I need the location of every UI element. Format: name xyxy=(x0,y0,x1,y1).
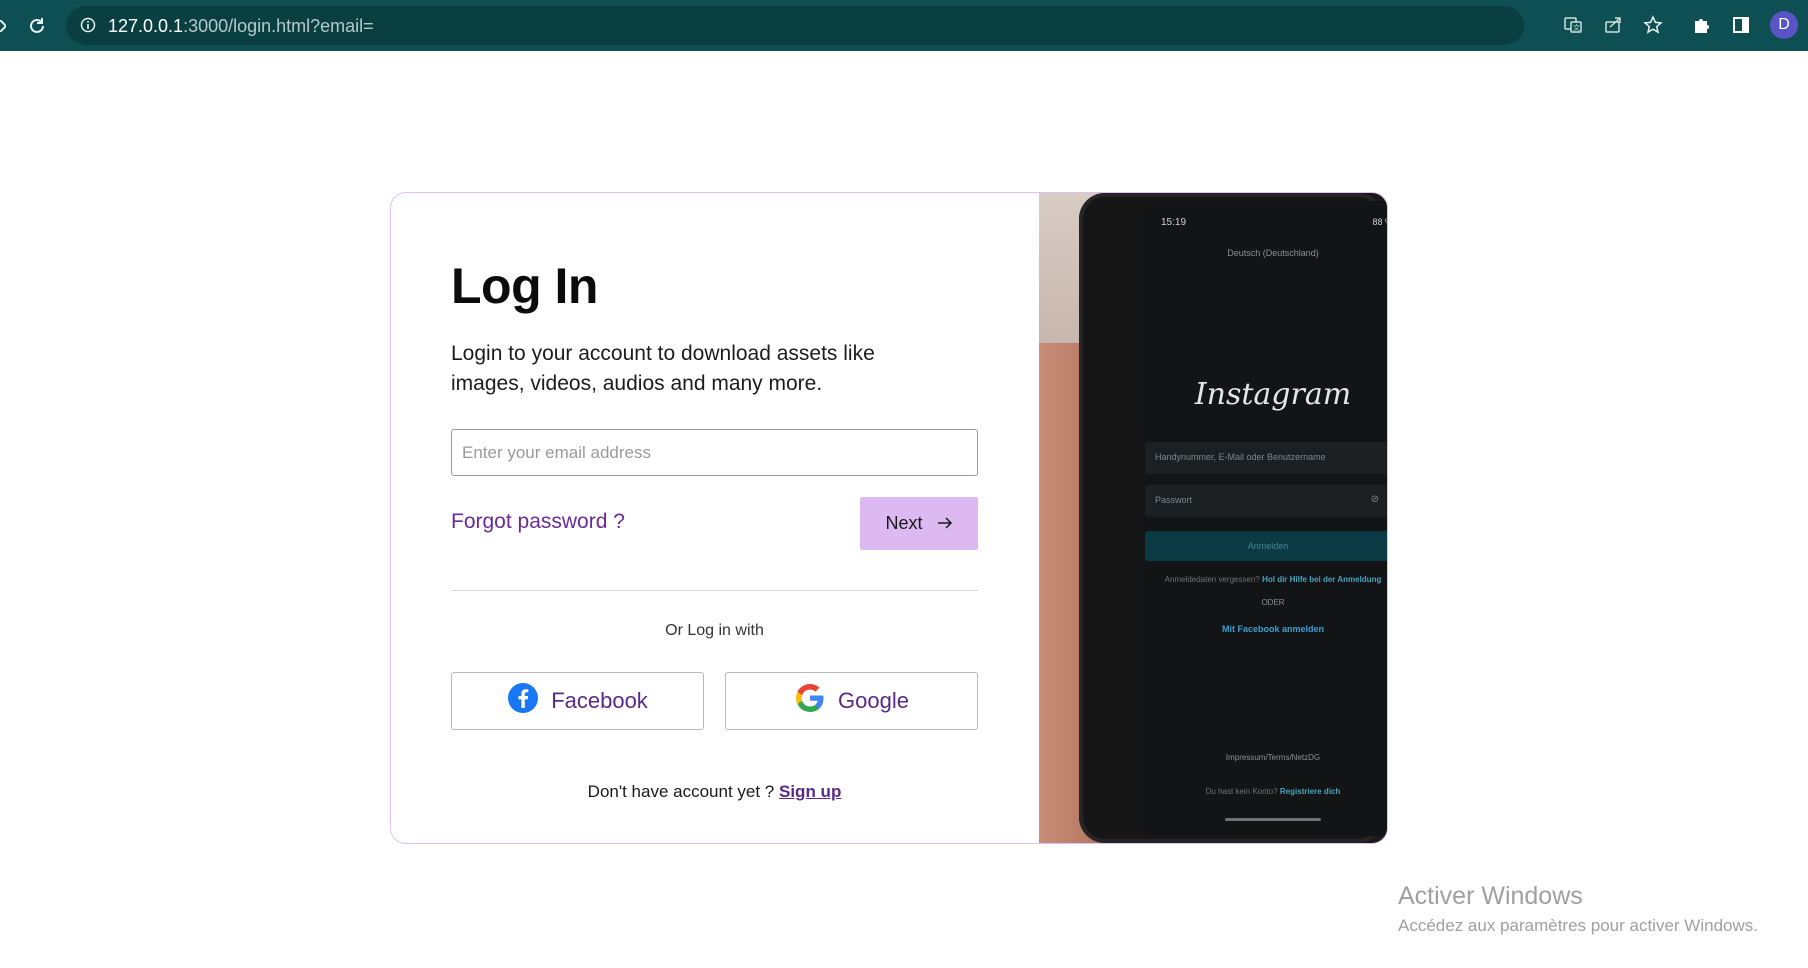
facebook-button-label: Facebook xyxy=(551,688,648,713)
google-logo-icon xyxy=(794,682,826,720)
url-text[interactable]: 127.0.0.1:3000/login.html?email= xyxy=(108,16,374,37)
login-subtitle: Login to your account to download assets… xyxy=(451,342,875,395)
extensions-puzzle-icon[interactable] xyxy=(1688,12,1714,38)
phone-register-link: Registriere dich xyxy=(1279,787,1341,796)
google-button-label: Google xyxy=(838,688,909,713)
phone-login-button: Anmelden xyxy=(1145,531,1387,561)
url-host: 127.0.0.1 xyxy=(108,16,184,36)
bookmark-star-icon[interactable] xyxy=(1640,12,1666,38)
hero-photo: 15:19 88 % Deutsch (Deutschland) Instagr… xyxy=(1039,193,1387,843)
no-account-text: Don't have account yet ? xyxy=(587,782,775,801)
facebook-logo-icon xyxy=(507,682,539,720)
side-panel-icon[interactable] xyxy=(1728,12,1754,38)
phone-help-link: Hol dir Hilfe bei der Anmeldung xyxy=(1262,575,1382,584)
windows-watermark-title: Activer Windows xyxy=(1398,882,1583,910)
next-button[interactable]: Next xyxy=(860,497,978,550)
address-bar[interactable]: 127.0.0.1:3000/login.html?email= xyxy=(66,6,1524,45)
share-icon[interactable] xyxy=(1600,12,1626,38)
or-login-with-label: Or Log in with xyxy=(665,622,764,639)
phone-register-prefix: Du hast kein Konto? xyxy=(1205,787,1278,796)
photo-phone: 15:19 88 % Deutsch (Deutschland) Instagr… xyxy=(1079,193,1387,843)
browser-toolbar: 127.0.0.1:3000/login.html?email= 文 D xyxy=(0,0,1808,51)
instagram-logo: Instagram xyxy=(1194,377,1352,412)
phone-screen: 15:19 88 % Deutsch (Deutschland) Instagr… xyxy=(1137,201,1387,836)
phone-battery: 88 % xyxy=(1372,217,1387,227)
facebook-login-button[interactable]: Facebook xyxy=(451,672,704,730)
windows-watermark-subtitle: Accédez aux paramètres pour activer Wind… xyxy=(1398,916,1758,935)
signup-link[interactable]: Sign up xyxy=(779,782,841,801)
divider xyxy=(451,590,978,591)
phone-facebook-login: Mit Facebook anmelden xyxy=(1221,624,1325,634)
phone-time: 15:19 xyxy=(1161,217,1187,228)
phone-home-indicator xyxy=(1225,818,1321,821)
reload-icon[interactable] xyxy=(24,13,50,39)
forgot-password-link[interactable]: Forgot password ? xyxy=(451,510,625,534)
phone-username-field: Handynummer, E-Mail oder Benutzername xyxy=(1145,442,1387,474)
translate-icon[interactable]: 文 xyxy=(1560,12,1586,38)
next-button-label: Next xyxy=(885,513,923,533)
profile-avatar[interactable]: D xyxy=(1770,11,1798,39)
google-login-button[interactable]: Google xyxy=(725,672,978,730)
email-field[interactable] xyxy=(451,429,978,476)
back-arrow-icon[interactable] xyxy=(0,19,8,33)
phone-language: Deutsch (Deutschland) xyxy=(1227,248,1319,258)
phone-help-text: Anmeldedaten vergessen? Hol dir Hilfe be… xyxy=(1137,575,1387,584)
login-card: Log In Login to your account to download… xyxy=(390,192,1388,844)
svg-text:文: 文 xyxy=(1573,23,1580,32)
phone-imprint: Impressum/Terms/NetzDG xyxy=(1225,753,1321,762)
url-path: :3000/login.html?email= xyxy=(183,16,374,36)
phone-or-text: ODER xyxy=(1261,598,1285,607)
login-form-panel: Log In Login to your account to download… xyxy=(391,193,1039,843)
phone-password-field: Passwort ⊘ xyxy=(1145,485,1387,517)
signup-prompt: Don't have account yet ? Sign up xyxy=(451,782,978,802)
arrow-right-icon xyxy=(937,513,953,534)
phone-password-label: Passwort xyxy=(1155,495,1193,505)
phone-register: Du hast kein Konto? Registriere dich xyxy=(1137,787,1387,796)
page-title: Log In xyxy=(451,258,598,314)
phone-help-prefix: Anmeldedaten vergessen? xyxy=(1164,575,1260,584)
eye-off-icon: ⊘ xyxy=(1370,494,1379,505)
site-info-icon[interactable] xyxy=(78,15,98,35)
